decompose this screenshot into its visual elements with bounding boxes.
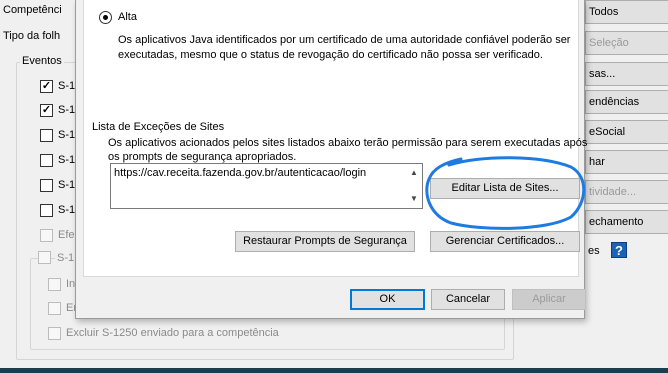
competencia-label: Competênci bbox=[3, 4, 62, 16]
site-list-scrollbar[interactable]: ▲ ▼ bbox=[406, 164, 422, 208]
event-checkbox-3[interactable] bbox=[40, 129, 53, 142]
help-icon[interactable]: ? bbox=[611, 242, 627, 258]
event-checkbox-7[interactable] bbox=[40, 229, 53, 242]
site-exception-entry[interactable]: https://cav.receita.fazenda.gov.br/auten… bbox=[114, 167, 366, 179]
cancel-button[interactable]: Cancelar bbox=[431, 289, 505, 310]
selection-button[interactable]: Seleção bbox=[585, 31, 668, 55]
event-checkbox-1[interactable]: ✓ bbox=[40, 80, 53, 93]
apply-button[interactable]: Aplicar bbox=[512, 289, 586, 310]
alta-description-line2: executadas, mesmo que o status de revoga… bbox=[118, 49, 543, 61]
security-settings-panel: Alta Os aplicativos Java identificados p… bbox=[83, 0, 587, 277]
dependencies-button[interactable]: endências bbox=[585, 90, 668, 114]
radio-alta-label: Alta bbox=[118, 11, 137, 23]
event-checkbox-6[interactable] bbox=[40, 204, 53, 217]
event-checkbox-6-label: S-1 bbox=[58, 204, 76, 216]
exceptions-description-line2: os prompts de segurança apropriados. bbox=[108, 151, 297, 163]
event-checkbox-5[interactable] bbox=[40, 179, 53, 192]
radio-selected-icon bbox=[103, 15, 108, 20]
esocial-button[interactable]: eSocial bbox=[585, 120, 668, 144]
annotation-circle bbox=[425, 156, 586, 230]
site-exceptions-list[interactable]: https://cav.receita.fazenda.gov.br/auten… bbox=[110, 163, 423, 209]
ok-button[interactable]: OK bbox=[350, 289, 425, 310]
event-checkbox-4-label: S-1 bbox=[58, 154, 76, 166]
subgroup-checkbox-1-label: In bbox=[66, 278, 76, 290]
event-checkbox-2-label: S-1 bbox=[58, 104, 76, 116]
subgroup-checkbox-1[interactable] bbox=[48, 278, 61, 291]
eventos-group-title: Eventos bbox=[20, 55, 64, 67]
subgroup-checkbox-2[interactable] bbox=[48, 302, 61, 315]
event-checkbox-7-label: Efe bbox=[58, 229, 75, 241]
restore-security-prompts-button[interactable]: Restaurar Prompts de Segurança bbox=[235, 231, 415, 252]
exceptions-title: Lista de Exceções de Sites bbox=[92, 121, 225, 133]
closing-button[interactable]: echamento bbox=[585, 210, 668, 234]
select-all-button[interactable]: Todos bbox=[585, 0, 668, 24]
side-button-6[interactable]: har bbox=[585, 150, 668, 174]
activity-button[interactable]: tividade... bbox=[585, 180, 668, 204]
checkbox-checked-icon: ✓ bbox=[41, 104, 52, 116]
scroll-up-icon[interactable]: ▲ bbox=[408, 168, 420, 178]
event-checkbox-5-label: S-1 bbox=[58, 179, 76, 191]
exclude-s1250-label: Excluir S-1250 enviado para a competênci… bbox=[66, 327, 279, 339]
tipo-folha-label: Tipo da folh bbox=[3, 30, 61, 42]
event-checkbox-1-label: S-1 bbox=[58, 80, 76, 92]
subgroup-title: S-1 bbox=[55, 252, 77, 264]
taskbar-strip bbox=[0, 368, 668, 373]
event-checkbox-3-label: S-1 bbox=[58, 129, 76, 141]
exceptions-description-line1: Os aplicativos acionados pelos sites lis… bbox=[108, 137, 588, 149]
radio-alta[interactable] bbox=[99, 11, 112, 24]
alta-description-line1: Os aplicativos Java identificados por um… bbox=[118, 34, 571, 46]
event-checkbox-4[interactable] bbox=[40, 154, 53, 167]
checkbox-checked-icon: ✓ bbox=[41, 80, 52, 92]
scroll-down-icon[interactable]: ▼ bbox=[408, 194, 420, 204]
side-button-3[interactable]: sas... bbox=[585, 62, 668, 86]
subgroup-checkbox[interactable] bbox=[38, 251, 51, 264]
event-checkbox-2[interactable]: ✓ bbox=[40, 104, 53, 117]
manage-certificates-button[interactable]: Gerenciar Certificados... bbox=[430, 231, 580, 252]
exclude-s1250-checkbox[interactable] bbox=[48, 327, 61, 340]
annotation-circle-stroke bbox=[425, 156, 586, 230]
